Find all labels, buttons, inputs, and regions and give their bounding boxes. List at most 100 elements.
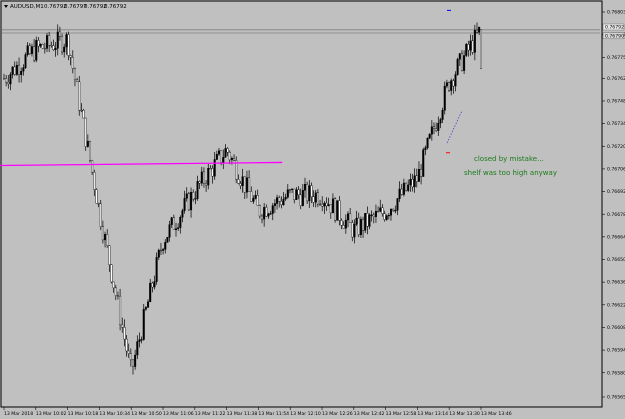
candle-body [433, 126, 436, 129]
candle-body [331, 198, 334, 214]
candle-body [168, 224, 171, 238]
candle-body [407, 184, 410, 191]
time-tick-label: 13 Mar 12:58 [386, 411, 417, 417]
candle-body [381, 207, 384, 214]
candle-body [46, 35, 49, 49]
candle-body [437, 122, 440, 131]
candle-body [458, 53, 461, 60]
price-tick-label: 0.76594 [607, 348, 625, 354]
candle-body [142, 309, 145, 340]
trendline-group[interactable] [0, 161, 283, 167]
candle-body [411, 179, 414, 188]
candle-body [344, 219, 347, 229]
candle-body [39, 44, 42, 47]
candle-body [364, 213, 367, 231]
candles [3, 22, 483, 375]
price-tick-label: 0.76608 [607, 325, 625, 331]
candle-body [209, 168, 212, 170]
candle-body [11, 66, 14, 75]
time-tick-label: 13 Mar 11:06 [163, 411, 194, 417]
candle-body [340, 220, 343, 226]
annotation-closed[interactable]: closed by mistake... [474, 155, 544, 163]
price-tick-label: 0.76622 [607, 302, 625, 308]
time-tick-label: 13 Mar 12:26 [322, 411, 353, 417]
candle-body [127, 350, 130, 354]
candle-body [445, 82, 448, 87]
candle-body [222, 157, 225, 163]
price-chart[interactable]: AUDUSD,M1 0.76792 0.76797 0.76792 0.7679… [0, 0, 625, 419]
price-tick-label: 0.76664 [607, 234, 625, 240]
candle-body [112, 281, 115, 289]
candle-body [460, 53, 463, 71]
symbol-title: AUDUSD,M1 [10, 4, 44, 10]
candle-body [241, 176, 244, 186]
candle-body [314, 192, 317, 203]
collapse-arrow-icon[interactable] [4, 5, 8, 8]
candle-body [478, 26, 481, 33]
candle-body [86, 141, 89, 147]
candle-body [308, 185, 311, 202]
candle-body [174, 228, 177, 230]
candle-body [84, 117, 87, 147]
time-tick-label: 13 Mar 12:10 [290, 411, 321, 417]
candle-body [63, 46, 66, 53]
candle-body [136, 341, 139, 356]
price-tick-label: 0.76762 [607, 76, 625, 82]
candle-body [273, 203, 276, 206]
candle-body [392, 208, 395, 211]
candle-body [151, 282, 154, 288]
candle-body [250, 191, 253, 202]
time-tick-label: 13 Mar 10:50 [131, 411, 162, 417]
candle-body [430, 126, 433, 135]
candle-body [276, 197, 279, 204]
candle-body [269, 213, 272, 215]
candle-body [205, 182, 208, 186]
time-tick-label: 13 Mar 11:38 [227, 411, 258, 417]
candle-body [5, 78, 8, 83]
candle-body [362, 219, 365, 231]
candle-body [316, 192, 319, 205]
candle-body [334, 198, 337, 221]
candle-body [91, 160, 94, 173]
time-tick-label: 13 Mar 10:18 [68, 411, 99, 417]
candle-body [80, 109, 83, 112]
magenta-trendline[interactable] [0, 161, 283, 167]
candle-body [291, 188, 294, 190]
candle-body [271, 205, 274, 214]
candle-body [267, 213, 270, 217]
candle-body [162, 249, 165, 251]
candle-body [357, 217, 360, 235]
candle-body [295, 189, 298, 200]
candle-body [76, 79, 79, 82]
candle-body [258, 205, 261, 217]
candle-body [299, 194, 302, 206]
candle-body [435, 128, 438, 131]
candle-body [198, 181, 201, 184]
candle-body [252, 198, 255, 202]
time-tick-label: 13 Mar 13:46 [481, 411, 512, 417]
candle-body [448, 82, 451, 91]
candle-body [415, 175, 418, 182]
candle-body [456, 59, 459, 75]
candle-body [351, 222, 354, 238]
candle-body [187, 193, 190, 211]
candle-body [170, 217, 173, 225]
candle-body [147, 301, 150, 308]
candle-body [179, 216, 182, 228]
candle-body [323, 202, 326, 207]
chart-window[interactable]: AUDUSD,M1 0.76792 0.76797 0.76792 0.7679… [0, 0, 625, 419]
trade-line [446, 110, 463, 144]
annotation-shelf[interactable]: shelf was too high anyway [464, 169, 557, 177]
time-tick-label: 13 Mar 11:54 [258, 411, 289, 417]
candle-body [217, 150, 220, 155]
price-label-text: 0.76792 [605, 25, 624, 31]
price-tick-label: 0.76692 [607, 189, 625, 195]
candle-body [226, 148, 229, 153]
candle-body [422, 149, 425, 177]
price-tick-label: 0.76650 [607, 257, 625, 263]
candle-body [261, 215, 264, 220]
candle-body [426, 137, 429, 148]
price-tick-label: 0.76803 [607, 10, 625, 16]
candle-body [394, 210, 397, 212]
candle-body [183, 198, 186, 211]
